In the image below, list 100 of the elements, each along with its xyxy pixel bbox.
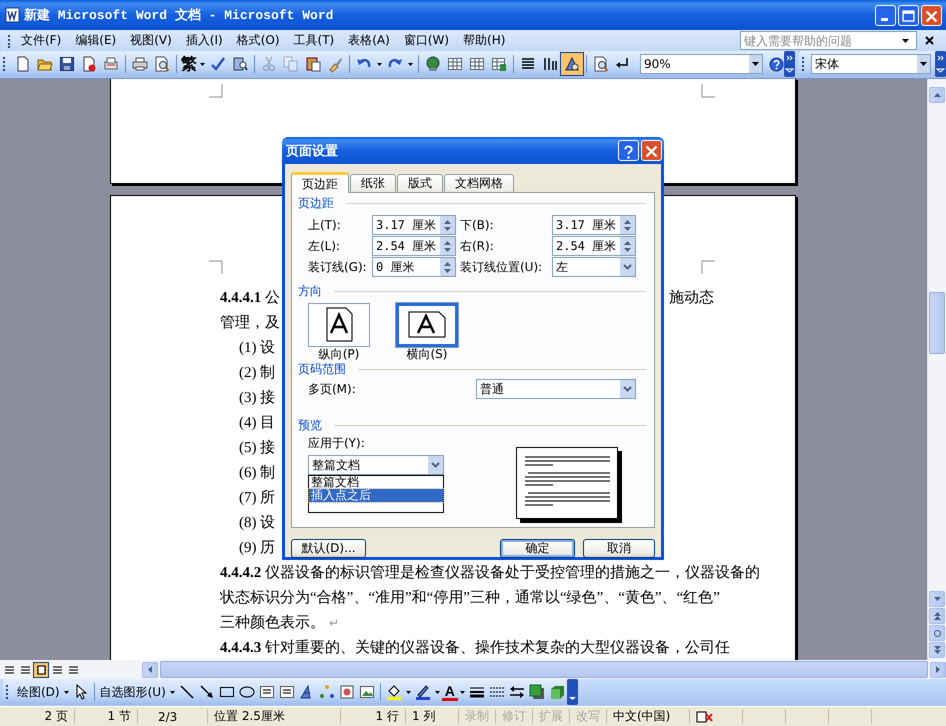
field-label: 多页(M): <box>308 380 356 398</box>
up-arrow-icon <box>934 93 940 97</box>
status-text: 2/3 <box>138 709 208 724</box>
scroll-up-button[interactable] <box>929 87 945 103</box>
font-color-button[interactable]: A <box>442 684 458 700</box>
toolbar-grip-icon[interactable] <box>802 56 805 72</box>
toolbar-grip-icon[interactable] <box>8 34 11 48</box>
close-icon[interactable] <box>925 36 934 45</box>
section-heading: 方向 <box>298 282 322 300</box>
spin-field[interactable]: 3.17 厘米 <box>552 215 636 235</box>
tab[interactable]: 版式 <box>397 174 443 192</box>
menu-item[interactable]: 工具(T) <box>290 30 344 50</box>
font-field[interactable]: 宋体 <box>811 54 931 74</box>
dropdown-caret-icon[interactable] <box>170 690 175 694</box>
scroll-down-button[interactable] <box>929 591 945 607</box>
field-label: 左(L): <box>308 238 342 254</box>
toolbar-grip-icon[interactable] <box>3 56 6 72</box>
dropdown-field[interactable]: 整篇文档 <box>308 455 444 475</box>
help-search-field[interactable]: 键入需要帮助的问题 <box>740 31 917 50</box>
tab[interactable]: 文档网格 <box>444 174 514 192</box>
dropdown-caret-icon[interactable] <box>200 62 205 66</box>
toolbar-options-icon[interactable] <box>566 679 578 705</box>
text-line: (6) 制 <box>239 464 276 483</box>
spin-field[interactable]: 0 厘米 <box>372 257 456 277</box>
orientation-label: 纵向(P) <box>318 347 360 361</box>
dropdown-option[interactable]: 整篇文档 <box>309 476 443 489</box>
autoshapes-menu-button[interactable]: 自选图形(U) <box>98 684 168 700</box>
spin-field[interactable]: 3.17 厘米 <box>372 215 456 235</box>
text-line: (5) 接 <box>239 438 276 458</box>
zoom-field[interactable]: 90% <box>640 54 764 74</box>
dropdown-field[interactable]: 左 <box>552 257 636 277</box>
spin-arrows-icon <box>624 220 631 230</box>
window-title: 新建 Microsoft Word 文档 - Microsoft Word <box>24 6 334 24</box>
dropdown-caret-icon[interactable] <box>64 690 69 694</box>
status-text: 1 节 <box>75 709 138 724</box>
status-text: 中文(中国) <box>607 709 690 724</box>
menu-item[interactable]: 文件(F) <box>17 30 72 50</box>
scroll-right-button[interactable] <box>930 662 946 678</box>
menu-item[interactable]: 表格(A) <box>344 30 400 50</box>
double-up-arrow-icon <box>934 612 940 620</box>
menu-item[interactable]: 窗口(W) <box>400 30 460 50</box>
landscape-orientation-button[interactable] <box>396 303 458 347</box>
print-layout-icon[interactable] <box>34 662 48 676</box>
portrait-orientation-button[interactable] <box>308 303 370 347</box>
traditional-chinese-button[interactable]: 繁 <box>180 54 198 74</box>
status-text: 1 列 <box>406 709 459 724</box>
paragraph-mark: ↵ <box>329 615 339 632</box>
next-page-button[interactable] <box>929 642 945 658</box>
down-arrow-icon <box>934 597 940 601</box>
text-line: 状态标识分为“合格”、“准用”和“停用”三种，通常以“绿色”、“黄色”、“红色” <box>220 588 720 608</box>
spelling-status-icon[interactable] <box>696 710 714 722</box>
close-button[interactable] <box>641 140 662 161</box>
maximize-button[interactable] <box>898 4 919 26</box>
shadow-icon[interactable] <box>526 682 547 702</box>
text-line: (1) 设 <box>239 338 276 358</box>
help-button[interactable] <box>618 140 639 161</box>
scroll-left-button[interactable] <box>142 662 158 678</box>
tab[interactable]: 纸张 <box>350 174 396 192</box>
dropdown-caret-icon[interactable] <box>406 690 411 694</box>
menu-item[interactable]: 帮助(H) <box>459 30 516 50</box>
previous-page-button[interactable] <box>929 608 945 624</box>
close-button[interactable] <box>921 4 942 26</box>
vertical-scrollbar[interactable] <box>927 79 946 660</box>
default-button[interactable]: 默认(D)... <box>291 539 366 558</box>
toolbar-grip-icon[interactable] <box>6 684 9 700</box>
dropdown-option[interactable]: 插入点之后 <box>309 489 443 502</box>
dropdown-caret-icon[interactable] <box>377 62 382 66</box>
draw-menu-button[interactable]: 绘图(D) <box>15 684 62 700</box>
tab[interactable]: 页边距 <box>291 172 349 193</box>
cancel-button[interactable]: 取消 <box>583 539 655 558</box>
minimize-button[interactable] <box>875 4 896 26</box>
left-arrow-icon <box>148 666 152 673</box>
landscape-page-icon <box>407 311 447 339</box>
dropdown-caret-icon[interactable] <box>460 690 465 694</box>
spin-field[interactable]: 2.54 厘米 <box>552 236 636 256</box>
text-line: (9) 历 <box>239 539 276 558</box>
text-line: (8) 设 <box>239 514 276 533</box>
status-text: 2 页 <box>2 709 75 724</box>
menu-item[interactable]: 插入(I) <box>182 30 233 50</box>
menu-item[interactable]: 视图(V) <box>126 30 182 50</box>
text-line: (2) 制 <box>239 364 276 383</box>
scroll-thumb[interactable] <box>929 292 945 354</box>
double-down-arrow-icon <box>934 646 940 654</box>
toolbar-options-icon[interactable] <box>935 51 946 77</box>
field-label: 下(B): <box>460 216 495 234</box>
section-heading: 页边距 <box>298 194 334 212</box>
menu-item[interactable]: 编辑(E) <box>71 30 126 50</box>
menu-item[interactable]: 格式(O) <box>232 30 290 50</box>
status-text: 1 行 <box>341 709 406 724</box>
spin-field[interactable]: 2.54 厘米 <box>372 236 456 256</box>
browse-object-button[interactable] <box>929 625 945 641</box>
dropdown-caret-icon[interactable] <box>434 690 440 694</box>
dropdown-field[interactable]: 普通 <box>476 379 636 399</box>
text-line: 管理，及 <box>220 314 280 333</box>
minimize-icon <box>881 18 888 20</box>
toolbar-options-icon[interactable] <box>784 51 795 77</box>
help-icon[interactable] <box>769 56 784 72</box>
dialog-title: 页面设置 <box>286 142 338 160</box>
ok-button[interactable]: 确定 <box>500 539 575 558</box>
dropdown-caret-icon[interactable] <box>408 62 413 66</box>
